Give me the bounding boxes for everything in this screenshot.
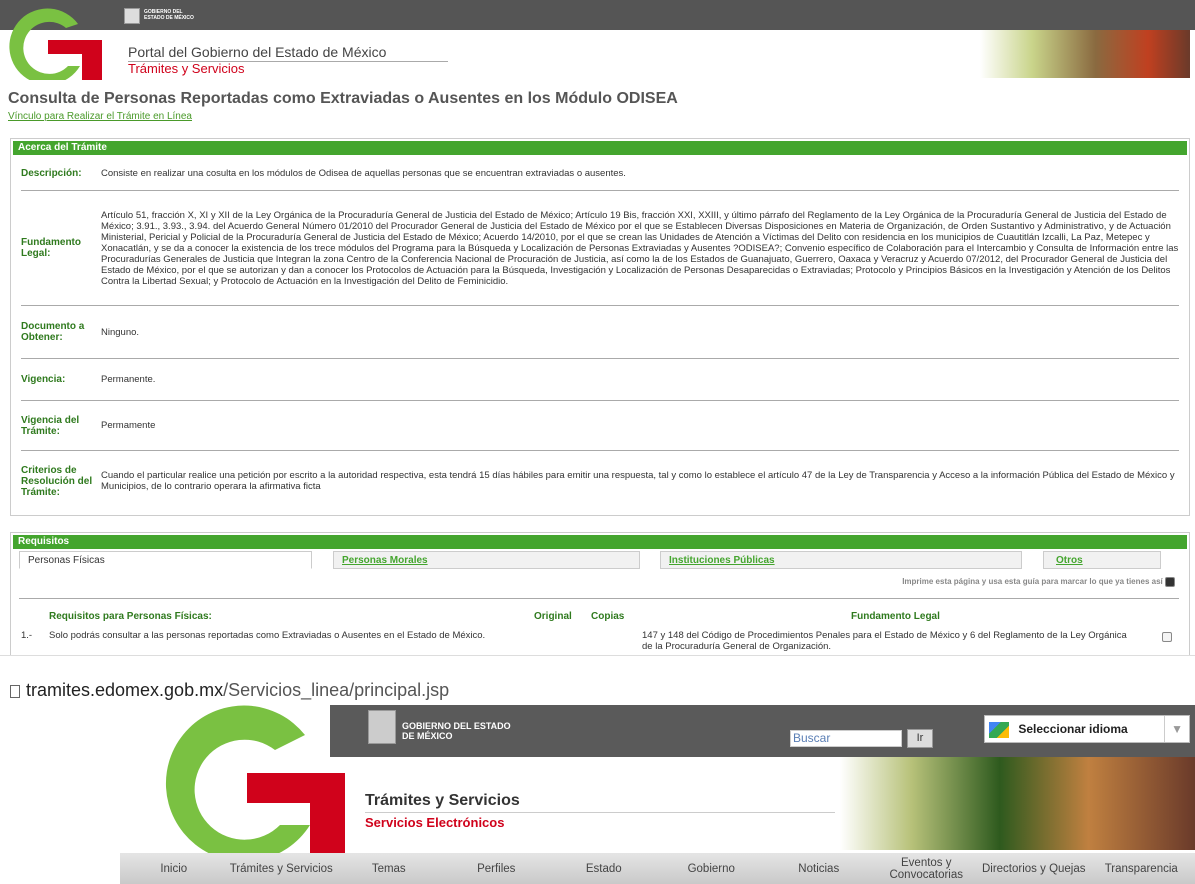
site-seal-icon [368,710,396,744]
row-label: Vigencia del Trámite: [21,414,80,437]
row-label: Vigencia: [21,374,66,385]
item-number: 1.- [21,630,33,641]
item-checkbox[interactable] [1162,632,1172,642]
seal-icon [124,8,140,24]
site-seal-text: GOBIERNO DEL ESTADO DE MÉXICO [402,721,511,741]
nav-temas[interactable]: Temas [335,853,443,884]
site-title: Trámites y Servicios [365,792,835,813]
gobierno-logo-icon [9,8,102,80]
nav-gobierno[interactable]: Gobierno [658,853,766,884]
row-label: Documento a Obtener: [21,321,85,343]
site-header: GOBIERNO DEL ESTADO DE MÉXICO Buscar Ir … [0,705,1195,884]
site-logo-icon [165,705,345,855]
page-screenshot-top: GOBIERNO DEL ESTADO DE MÉXICO Portal del… [0,0,1195,655]
row-value: Ninguno. [101,326,140,338]
row-label: Criterios de Resolución del Trámite: [21,464,93,498]
seal-text: GOBIERNO DEL ESTADO DE MÉXICO [144,9,194,21]
row-value: Permanente. [101,374,156,385]
print-note: Imprime esta página y usa esta guía para… [902,577,1175,587]
requisitos-tabs: Personas Físicas Personas Morales Instit… [15,551,1185,569]
search-go-button[interactable]: Ir [907,729,933,748]
address-bar[interactable]: tramites.edomex.gob.mx/Servicios_linea/p… [0,655,1195,705]
portal-title[interactable]: Portal del Gobierno del Estado de México [128,44,448,62]
page-icon [10,685,20,698]
online-procedure-link[interactable]: Vínculo para Realizar el Trámite en Líne… [8,111,192,122]
tab-personas-morales[interactable]: Personas Morales [333,551,640,569]
url-domain: tramites.edomex.gob.mx [26,680,224,700]
portal-section[interactable]: Trámites y Servicios [128,61,245,76]
nav-directorios[interactable]: Directorios y Quejas [980,853,1088,884]
row-fundamento: Fundamento Legal: Artículo 51, fracción … [21,191,1179,306]
requisitos-heading: Requisitos [13,535,1187,549]
item-fundamento: 147 y 148 del Código de Procedimientos P… [642,630,1127,652]
nav-tramites[interactable]: Trámites y Servicios [228,853,336,884]
row-criterios: Criterios de Resolución del Trámite: Cua… [21,451,1179,511]
row-label: Descripción: [21,168,82,179]
tab-otros[interactable]: Otros [1043,551,1161,569]
url-text[interactable]: tramites.edomex.gob.mx/Servicios_linea/p… [26,680,449,701]
col-copias: Copias [591,611,625,622]
col-fundamento: Fundamento Legal [851,611,940,622]
portal-header: GOBIERNO DEL ESTADO DE MÉXICO Portal del… [0,0,1195,80]
google-translate-icon [989,721,1009,738]
col-requisitos: Requisitos para Personas Físicas: [49,611,212,622]
row-vigencia-tramite: Vigencia del Trámite: Permamente [21,401,1179,451]
col-original: Original [534,611,572,622]
row-vigencia: Vigencia: Permanente. [21,359,1179,401]
search-input[interactable]: Buscar [790,730,902,747]
nav-eventos[interactable]: Eventos y Convocatorias [873,853,981,884]
acerca-heading: Acerca del Trámite [13,141,1187,155]
nav-estado[interactable]: Estado [550,853,658,884]
row-descripcion: Descripción: Consiste en realizar una co… [21,157,1179,191]
tab-personas-fisicas[interactable]: Personas Físicas [19,551,312,569]
print-note-text: Imprime esta página y usa esta guía para… [902,577,1163,587]
row-documento: Documento a Obtener: Ninguno. [21,306,1179,359]
nav-noticias[interactable]: Noticias [765,853,873,884]
nav-transparencia[interactable]: Transparencia [1088,853,1195,884]
requisitos-panel: Requisitos Personas Físicas Personas Mor… [10,532,1190,655]
language-select[interactable]: Seleccionar idioma ▼ [984,715,1190,743]
header-banner-image [980,30,1190,78]
page-title: Consulta de Personas Reportadas como Ext… [8,90,678,107]
nav-inicio[interactable]: Inicio [120,853,228,884]
tab-instituciones-publicas[interactable]: Instituciones Públicas [660,551,1022,569]
url-path: /Servicios_linea/principal.jsp [223,680,450,700]
sample-checkbox [1165,577,1175,587]
item-text: Solo podrás consultar a las personas rep… [49,630,486,641]
row-label: Fundamento Legal: [21,237,81,259]
site-banner-image [840,757,1195,850]
row-value: Consiste en realizar una cosulta en los … [101,168,626,179]
site-subtitle: Servicios Electrónicos [365,815,505,830]
divider [19,598,1179,599]
main-nav: Inicio Trámites y Servicios Temas Perfil… [120,853,1195,884]
row-value: Permamente [101,420,156,431]
row-value: Artículo 51, fracción X, XI y XII de la … [101,209,1179,287]
acerca-panel: Acerca del Trámite Descripción: Consiste… [10,138,1190,516]
language-label: Seleccionar idioma [1018,722,1128,736]
chevron-down-icon: ▼ [1164,716,1183,742]
nav-perfiles[interactable]: Perfiles [443,853,551,884]
row-value: Cuando el particular realice una petició… [101,470,1175,492]
